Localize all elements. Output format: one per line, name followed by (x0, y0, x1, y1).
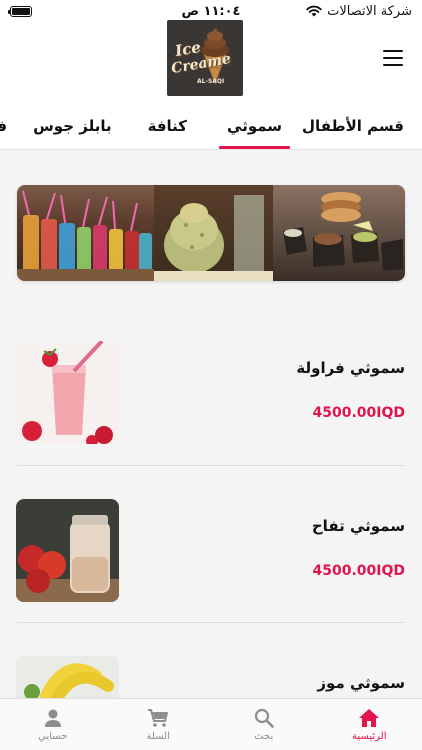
battery-icon (8, 5, 32, 17)
product-name: سموثي موز (317, 674, 405, 692)
product-list-area[interactable]: سموثي فراولة 4500.00IQD سموثي تفاح 4500.… (0, 150, 422, 700)
tab-kunafa[interactable]: كنافة (148, 108, 187, 149)
status-time: ١١:٠٤ ص (181, 3, 241, 19)
banner-juices-image (17, 185, 154, 281)
tab-partial-next[interactable]: فر (0, 108, 7, 149)
product-item[interactable]: سموثي فراولة 4500.00IQD (0, 341, 422, 461)
logo-text-alsaqi: AL-SAQI (197, 78, 225, 85)
nav-cart[interactable]: السلة (106, 699, 212, 750)
product-name: سموثي تفاح (311, 517, 405, 535)
tab-smoothie[interactable]: سموثي (219, 108, 291, 149)
status-bar: ١١:٠٤ ص شركة الاتصالات (0, 0, 422, 22)
product-image-apple-smoothie (16, 499, 119, 602)
brand-logo[interactable]: Ice Creame AL-SAQI (167, 20, 243, 96)
banner-ice-cream-image (154, 185, 273, 281)
divider (17, 622, 405, 623)
product-price: 4500.00IQD (312, 563, 406, 579)
tab-bubbles-juice[interactable]: بابلز جوس (33, 108, 112, 149)
search-icon (254, 708, 274, 728)
bottom-navigation: الرئيسية بحث السلة حسابي (0, 698, 422, 750)
nav-search[interactable]: بحث (211, 699, 317, 750)
nav-label: الرئيسية (352, 730, 387, 742)
category-tabs: قسم الأطفال سموثي كنافة بابلز جوس فر (0, 108, 422, 150)
nav-home[interactable]: الرئيسية (317, 699, 422, 750)
nav-label: السلة (146, 730, 170, 742)
active-tab-indicator (219, 146, 291, 149)
app-header: Ice Creame AL-SAQI (0, 20, 422, 98)
banner-desserts-image (273, 185, 405, 281)
product-name: سموثي فراولة (296, 359, 405, 377)
product-item[interactable]: سموثي تفاح 4500.00IQD (0, 499, 422, 619)
nav-label: حسابي (38, 730, 68, 742)
hamburger-menu-icon[interactable] (383, 50, 403, 66)
status-right: شركة الاتصالات (306, 4, 412, 19)
home-icon (359, 708, 380, 727)
nav-label: بحث (254, 730, 274, 742)
carrier-name: شركة الاتصالات (327, 3, 412, 19)
divider (17, 465, 405, 466)
user-icon (44, 709, 61, 727)
product-price: 4500.00IQD (312, 405, 406, 421)
tab-kids-section[interactable]: قسم الأطفال (302, 108, 404, 149)
promo-banner[interactable] (17, 185, 405, 281)
nav-account[interactable]: حسابي (0, 699, 106, 750)
cart-icon (148, 708, 169, 727)
product-item[interactable]: سموثي موز (0, 656, 422, 700)
wifi-icon (306, 5, 322, 17)
product-image-strawberry-smoothie (16, 341, 119, 444)
product-image-banana-smoothie (16, 656, 119, 700)
